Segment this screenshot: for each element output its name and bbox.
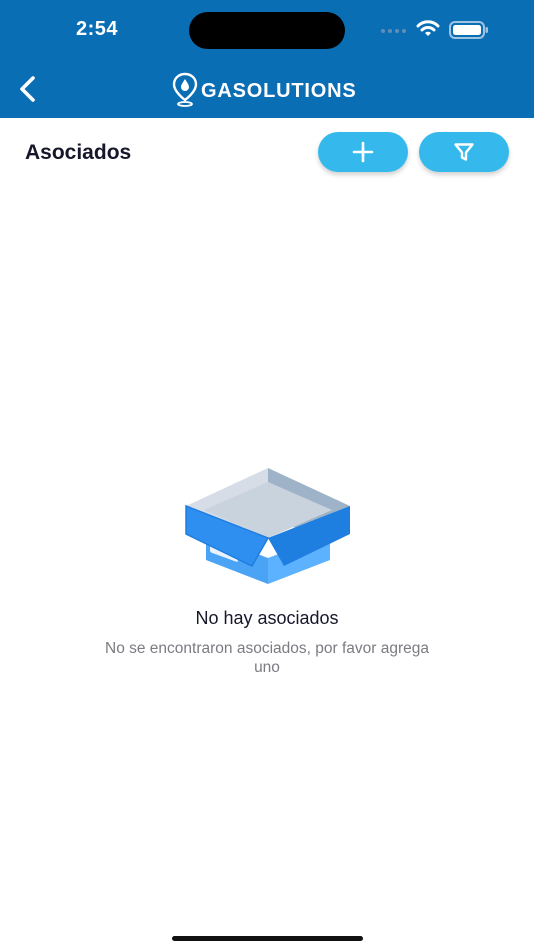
- battery-icon: [449, 21, 488, 39]
- chevron-left-icon: [20, 76, 35, 102]
- empty-state-title: No hay asociados: [195, 608, 339, 628]
- home-indicator[interactable]: [172, 936, 363, 941]
- add-associate-button[interactable]: [318, 132, 408, 172]
- plus-icon: [352, 141, 374, 163]
- cellular-signal-icon: [381, 29, 406, 33]
- logo-text: GASOLUTIONS: [201, 79, 357, 102]
- filter-funnel-icon: [454, 143, 474, 161]
- open-box-icon: [185, 468, 350, 584]
- wifi-icon: [416, 20, 440, 36]
- location-pin-drop-icon: [172, 72, 198, 107]
- back-button[interactable]: [12, 72, 42, 106]
- page-title: Asociados: [25, 141, 132, 164]
- empty-state-subtitle: No se encontraron asociados, por favor a…: [105, 640, 429, 676]
- dynamic-island: [189, 12, 345, 49]
- app-logo: GASOLUTIONS: [171, 71, 356, 107]
- filter-button[interactable]: [419, 132, 509, 172]
- status-time: 2:54: [76, 18, 119, 40]
- app-header: 2:54 GASOLUTIONS: [0, 0, 534, 118]
